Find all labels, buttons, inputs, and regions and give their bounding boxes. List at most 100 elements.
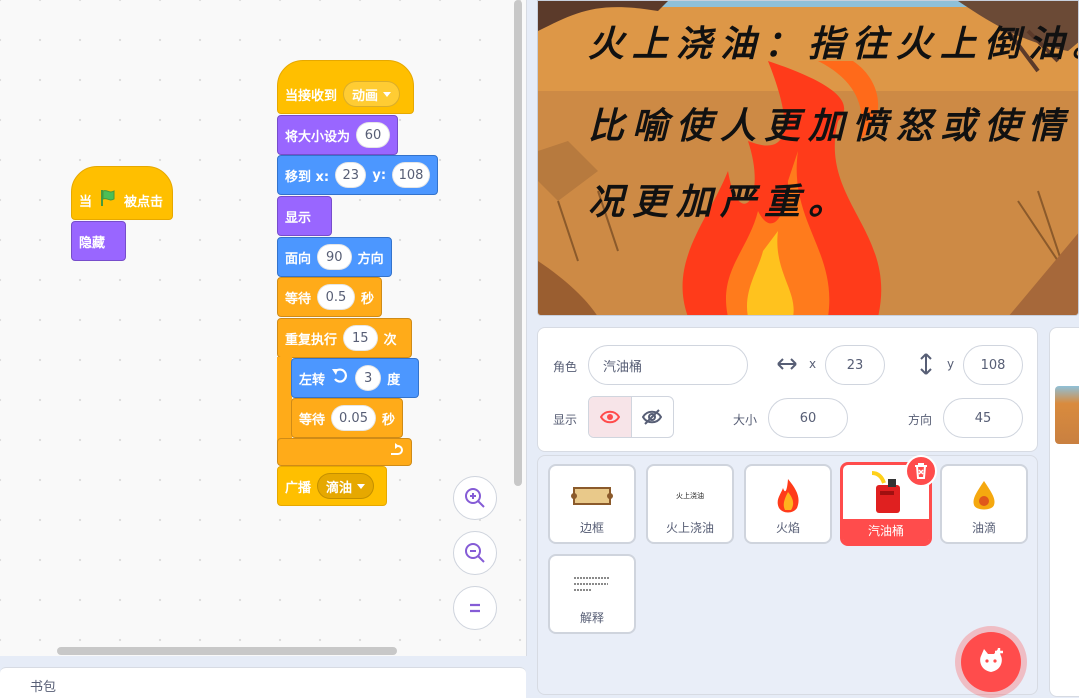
stage-text-line-1: 火上浇油：指往火上倒油。 <box>588 23 1079 65</box>
hat-clicked-label: 被点击 <box>124 194 164 210</box>
turn-degrees-input[interactable]: 3 <box>355 365 382 391</box>
sprite-tile-border[interactable]: 边框 <box>548 464 636 544</box>
direction-input[interactable]: 45 <box>943 398 1023 438</box>
sprite-tile-oil-drop[interactable]: 油滴 <box>940 464 1028 544</box>
broadcast-label: 广播 <box>285 480 312 496</box>
eye-slash-icon <box>642 409 663 425</box>
set-size-input[interactable]: 60 <box>356 122 390 148</box>
sprite-tile-flame[interactable]: 火焰 <box>744 464 832 544</box>
sprite-tile-label: 油滴 <box>971 521 996 535</box>
set-size-block[interactable]: 将大小设为 60 <box>277 115 398 155</box>
wait-block-1[interactable]: 等待 0.5 秒 <box>277 277 382 317</box>
turn-left-block[interactable]: 左转 3 度 <box>291 358 419 398</box>
x-position-input[interactable]: 23 <box>825 345 885 385</box>
turn-label: 左转 <box>299 372 326 388</box>
repeat-label: 重复执行 <box>285 332 338 348</box>
sprite-tile-explanation[interactable]: 解释 <box>548 554 636 634</box>
oil-drop-thumbnail <box>942 474 1026 518</box>
idiom-title-thumbnail: 火上浇油 <box>648 474 732 518</box>
backpack-label: 书包 <box>30 680 57 695</box>
backpack-panel[interactable]: 书包 <box>0 667 526 698</box>
thumb-text: 火上浇油 <box>676 492 704 500</box>
y-arrows-icon <box>918 352 934 380</box>
point-suffix: 方向 <box>357 251 384 267</box>
wait2-input[interactable]: 0.05 <box>331 405 376 431</box>
repeat-suffix: 次 <box>383 332 397 348</box>
repeat-block-arm <box>277 357 292 447</box>
hat-when-label: 当 <box>79 194 93 210</box>
broadcast-message-dropdown[interactable]: 滴油 <box>317 473 375 499</box>
scroll-frame-thumbnail <box>550 474 634 518</box>
sprite-name-label: 角色 <box>553 360 578 374</box>
goto-xy-block[interactable]: 移到 x: 23 y: 108 <box>277 155 438 195</box>
sprite-tile-label: 火上浇油 <box>665 521 714 535</box>
x-arrows-icon <box>776 356 798 376</box>
goto-y-label: y: <box>372 167 387 183</box>
receive-message-dropdown[interactable]: 动画 <box>343 81 401 107</box>
goto-y-input[interactable]: 108 <box>392 162 430 188</box>
show-sprite-button[interactable] <box>589 397 631 437</box>
repeat-block-end[interactable] <box>277 438 412 466</box>
stage[interactable]: 火上浇油：指往火上倒油。 比喻使人更加愤怒或使情 况更加严重。 <box>537 0 1079 316</box>
when-flag-clicked-block[interactable]: 当 被点击 <box>71 166 173 220</box>
sprite-name-input[interactable]: 汽油桶 <box>588 345 748 385</box>
direction-label: 方向 <box>908 413 933 427</box>
trash-icon <box>915 463 927 479</box>
sprite-info-panel: 角色 汽油桶 x 23 y 108 显示 大小 60 方向 45 <box>537 327 1038 452</box>
green-flag-icon <box>98 188 118 212</box>
size-input[interactable]: 60 <box>768 398 848 438</box>
point-direction-input[interactable]: 90 <box>317 244 352 270</box>
sprite-tile-label: 边框 <box>579 521 604 535</box>
turn-suffix: 度 <box>387 372 401 388</box>
repeat-count-input[interactable]: 15 <box>343 325 378 351</box>
receive-message-value: 动画 <box>352 88 379 104</box>
chevron-down-icon <box>383 91 392 97</box>
cat-plus-icon <box>980 648 1003 672</box>
hide-label: 隐藏 <box>79 235 106 251</box>
zoom-out-icon <box>465 543 485 563</box>
repeat-block[interactable]: 重复执行 15 次 <box>277 318 412 358</box>
visibility-toggle <box>588 396 674 438</box>
zoom-out-button[interactable] <box>453 531 497 575</box>
set-size-label: 将大小设为 <box>285 129 351 145</box>
chevron-down-icon <box>357 483 366 489</box>
show-block[interactable]: 显示 <box>277 196 332 236</box>
wait-block-2[interactable]: 等待 0.05 秒 <box>291 398 403 438</box>
show-label: 显示 <box>553 413 578 427</box>
broadcast-block[interactable]: 广播 滴油 <box>277 466 387 506</box>
sprite-tile-label: 汽油桶 <box>843 519 929 543</box>
wait2-label: 等待 <box>299 412 326 428</box>
zoom-reset-button[interactable] <box>453 586 497 630</box>
code-area[interactable]: 当 被点击 隐藏 当接收到 动画 将大小设为 60 移到 x: 23 y: 10… <box>0 0 527 656</box>
wait1-suffix: 秒 <box>360 291 374 307</box>
delete-sprite-button[interactable] <box>905 455 937 487</box>
goto-label: 移到 x: <box>285 169 330 185</box>
loop-arrow-icon <box>388 442 404 462</box>
hide-sprite-button[interactable] <box>630 397 674 437</box>
goto-x-input[interactable]: 23 <box>335 162 367 188</box>
zoom-in-button[interactable] <box>453 476 497 520</box>
rotate-left-icon <box>331 367 349 389</box>
horizontal-scrollbar[interactable] <box>57 647 397 655</box>
equals-icon <box>470 603 480 613</box>
x-label: x <box>809 357 817 371</box>
zoom-in-icon <box>465 488 485 508</box>
backdrop-thumbnail[interactable] <box>1055 386 1079 444</box>
stage-backdrop-pane[interactable] <box>1049 327 1079 697</box>
add-sprite-button[interactable] <box>961 632 1021 692</box>
y-position-input[interactable]: 108 <box>963 345 1023 385</box>
hide-block[interactable]: 隐藏 <box>71 221 126 261</box>
point-direction-block[interactable]: 面向 90 方向 <box>277 237 392 277</box>
size-label: 大小 <box>733 413 758 427</box>
sprite-tile-label: 火焰 <box>775 521 800 535</box>
wait1-input[interactable]: 0.5 <box>317 284 355 310</box>
wait2-suffix: 秒 <box>381 412 395 428</box>
y-label: y <box>947 357 955 371</box>
when-i-receive-block[interactable]: 当接收到 动画 <box>277 60 414 114</box>
receive-label: 当接收到 <box>285 88 338 104</box>
sprite-tile-idiom-title[interactable]: 火上浇油 火上浇油 <box>646 464 734 544</box>
wait1-label: 等待 <box>285 291 312 307</box>
broadcast-message-value: 滴油 <box>326 480 353 496</box>
vertical-scrollbar[interactable] <box>514 0 522 486</box>
show-label: 显示 <box>285 210 312 226</box>
